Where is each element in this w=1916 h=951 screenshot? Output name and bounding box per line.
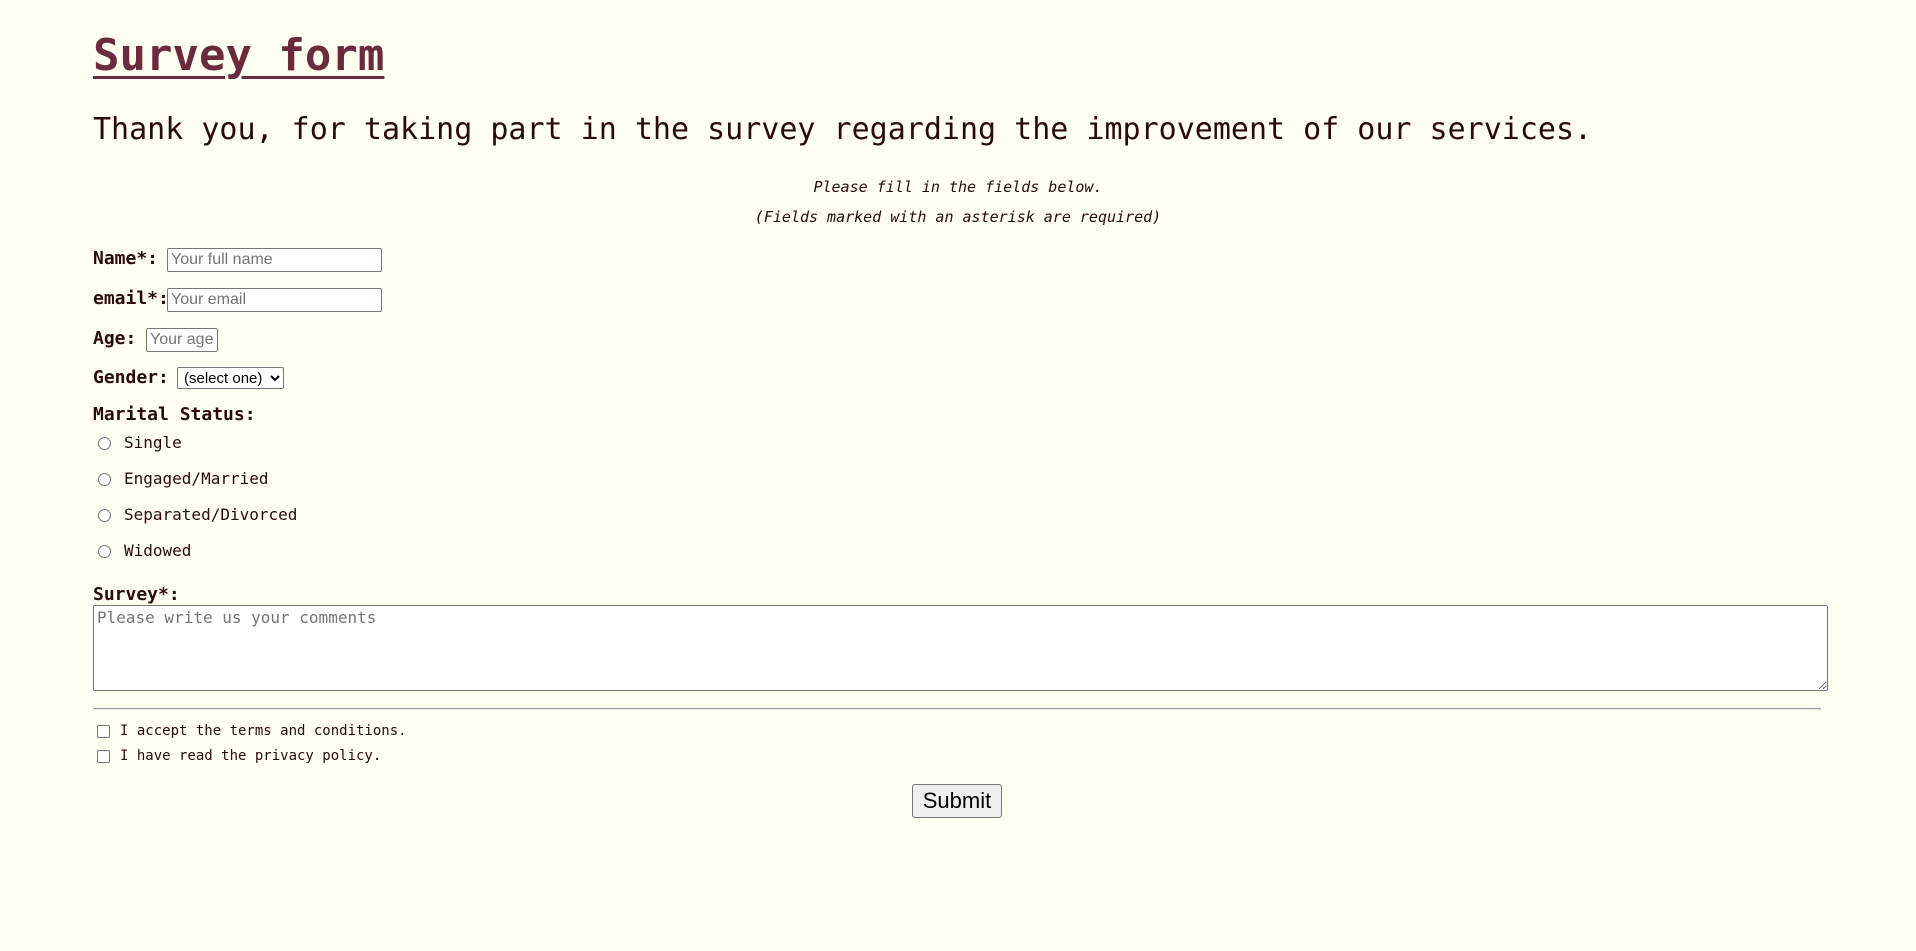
- marital-option-separated-divorced[interactable]: Separated/Divorced: [93, 504, 297, 526]
- instruction-text: Please fill in the fields below.: [813, 178, 1103, 196]
- required-note: (Fields marked with an asterisk are requ…: [754, 208, 1162, 226]
- age-input[interactable]: [146, 328, 218, 352]
- terms-label: I accept the terms and conditions.: [120, 723, 407, 739]
- survey-textarea[interactable]: [93, 605, 1828, 691]
- privacy-option[interactable]: I have read the privacy policy.: [93, 746, 381, 766]
- submit-button[interactable]: Submit: [912, 784, 1002, 818]
- email-label: email*:: [93, 288, 169, 309]
- page-title: Survey form: [93, 30, 385, 81]
- privacy-checkbox[interactable]: [97, 749, 110, 763]
- page-subtitle: Thank you, for taking part in the survey…: [93, 112, 1593, 147]
- name-label: Name*:: [93, 248, 159, 269]
- survey-page: Survey form Thank you, for taking part i…: [0, 0, 1916, 951]
- privacy-label: I have read the privacy policy.: [120, 748, 382, 764]
- gender-label: Gender:: [93, 367, 169, 388]
- survey-label: Survey*:: [93, 584, 180, 605]
- radio-label-engaged-married: Engaged/Married: [124, 469, 269, 488]
- email-input[interactable]: [167, 288, 382, 312]
- radio-label-single: Single: [124, 433, 182, 452]
- terms-option[interactable]: I accept the terms and conditions.: [93, 721, 407, 741]
- marital-option-single[interactable]: Single: [93, 432, 182, 454]
- radio-widowed[interactable]: [98, 544, 111, 558]
- name-input[interactable]: [167, 248, 382, 272]
- divider: [93, 708, 1821, 710]
- marital-option-engaged-married[interactable]: Engaged/Married: [93, 468, 269, 490]
- marital-status-label: Marital Status:: [93, 404, 256, 425]
- radio-separated-divorced[interactable]: [98, 508, 111, 522]
- marital-option-widowed[interactable]: Widowed: [93, 540, 191, 562]
- radio-label-widowed: Widowed: [124, 541, 192, 560]
- radio-single[interactable]: [98, 436, 111, 450]
- radio-engaged-married[interactable]: [98, 472, 111, 486]
- age-label: Age:: [93, 328, 137, 349]
- radio-label-separated-divorced: Separated/Divorced: [124, 505, 298, 524]
- terms-checkbox[interactable]: [97, 724, 110, 738]
- gender-select[interactable]: (select one): [177, 367, 284, 389]
